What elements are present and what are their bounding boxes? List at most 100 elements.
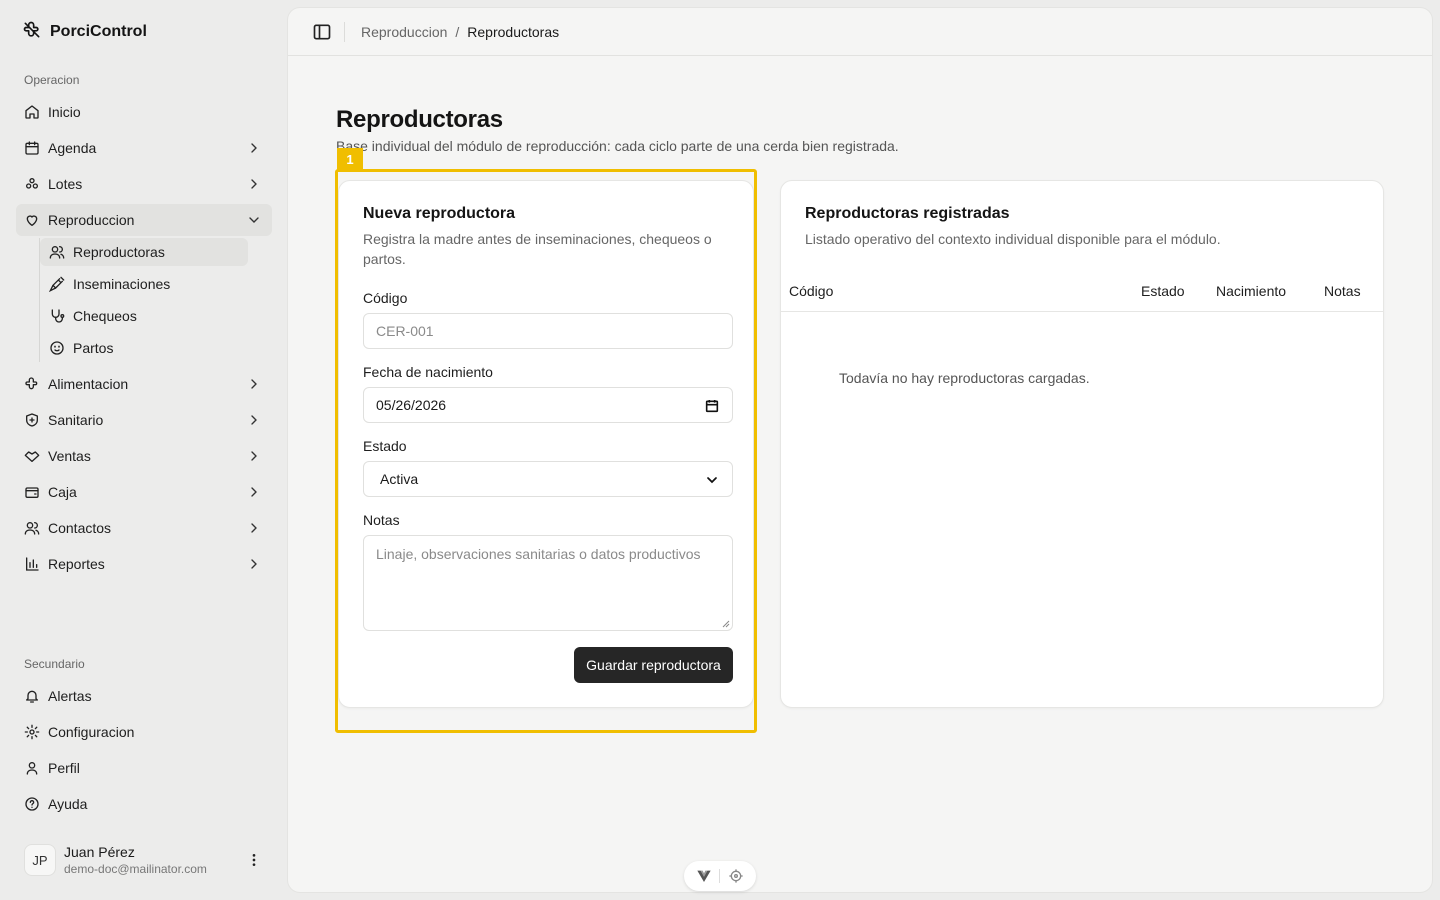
fecha-nacimiento-input[interactable]: 05/26/2026 [363,387,733,423]
sidebar-item-alertas[interactable]: Alertas [16,680,272,712]
notas-placeholder: Linaje, observaciones sanitarias o datos… [376,546,701,562]
calendar-icon[interactable] [704,398,720,414]
syringe-icon [49,276,65,292]
dev-toolbar [684,861,756,891]
column-header-estado[interactable]: Estado [1141,283,1185,299]
list-description: Listado operativo del contexto individua… [805,231,1221,247]
chevron-down-icon [707,477,717,484]
sidebar-item-contactos[interactable]: Contactos [16,512,272,544]
sidebar-item-label: Agenda [48,140,97,156]
chevron-right-icon [251,379,257,389]
sidebar: PorciControl Operacion Inicio Agenda Lot… [0,0,288,900]
user-email: demo-doc@mailinator.com [64,862,207,876]
sidebar-item-ayuda[interactable]: Ayuda [16,788,272,820]
stethoscope-icon [49,308,65,324]
chevron-right-icon [251,179,257,189]
gear-icon [24,724,40,740]
sidebar-subitem-label: Inseminaciones [73,276,171,292]
chevron-right-icon [251,523,257,533]
chevron-right-icon [251,415,257,425]
sidebar-item-label: Perfil [48,760,80,776]
breadcrumb-parent[interactable]: Reproduccion [361,24,447,40]
sidebar-item-alimentacion[interactable]: Alimentacion [16,368,272,400]
heart-icon [24,212,40,228]
estado-label: Estado [363,438,407,454]
resize-handle-icon[interactable] [722,620,730,628]
user-profile[interactable]: JP Juan Pérez demo-doc@mailinator.com [16,836,272,884]
form-description-line: partos. [363,251,406,267]
sidebar-subitem-label: Chequeos [73,308,137,324]
sidebar-toggle-icon[interactable] [312,22,332,42]
sidebar-item-label: Reproduccion [48,212,135,228]
sidebar-item-configuracion[interactable]: Configuracion [16,716,272,748]
group-label-secundario: Secundario [24,657,85,671]
breadcrumb: Reproduccion / Reproductoras [361,24,559,40]
brand[interactable]: PorciControl [22,20,147,44]
chevron-down-icon [249,217,259,223]
breadcrumb-current: Reproductoras [467,24,560,40]
sidebar-item-ventas[interactable]: Ventas [16,440,272,472]
breadcrumb-separator: / [455,24,460,40]
home-icon [24,104,40,120]
table-header-divider [781,311,1383,312]
chevron-right-icon [251,559,257,569]
topbar: Reproduccion / Reproductoras [288,8,1432,56]
form-description: Registra la madre antes de inseminacione… [363,229,712,269]
sidebar-item-perfil[interactable]: Perfil [16,752,272,784]
lots-icon [24,176,40,192]
sidebar-item-agenda[interactable]: Agenda [16,132,272,164]
sidebar-item-label: Configuracion [48,724,135,740]
handshake-icon [24,448,40,464]
page-title: Reproductoras [336,106,503,133]
notas-textarea[interactable]: Linaje, observaciones sanitarias o datos… [363,535,733,631]
chevron-right-icon [251,143,257,153]
column-header-codigo[interactable]: Código [789,283,833,299]
chevron-right-icon [251,451,257,461]
sidebar-item-reportes[interactable]: Reportes [16,548,272,580]
pig-logo-icon [22,20,42,45]
column-header-nacimiento[interactable]: Nacimiento [1216,283,1286,299]
calendar-icon [24,140,40,156]
sidebar-subitem-inseminaciones[interactable]: Inseminaciones [40,270,248,298]
sidebar-item-sanitario[interactable]: Sanitario [16,404,272,436]
highlight-tag: 1 [337,148,363,170]
vue-devtools-icon[interactable] [696,868,712,884]
group-label-operacion: Operacion [24,73,80,87]
save-breeder-button[interactable]: Guardar reproductora [574,647,733,683]
sidebar-item-caja[interactable]: Caja [16,476,272,508]
registered-breeders-card: Reproductoras registradas Listado operat… [780,180,1384,708]
wallet-icon [24,484,40,500]
empty-state-message: Todavía no hay reproductoras cargadas. [839,370,1090,386]
more-vertical-icon[interactable] [246,852,262,868]
users-icon [24,520,40,536]
sidebar-item-label: Lotes [48,176,83,192]
sidebar-item-label: Caja [48,484,77,500]
estado-value: Activa [380,471,419,487]
sidebar-subitem-reproductoras[interactable]: Reproductoras [40,238,248,266]
bell-icon [24,688,40,704]
fecha-label: Fecha de nacimiento [363,364,493,380]
estado-select[interactable]: Activa [363,461,733,497]
sidebar-item-inicio[interactable]: Inicio [16,96,272,128]
chart-icon [24,556,40,572]
sidebar-item-lotes[interactable]: Lotes [16,168,272,200]
help-icon [24,796,40,812]
notas-label: Notas [363,512,400,528]
feed-icon [24,376,40,392]
user-name: Juan Pérez [64,844,135,860]
form-title: Nueva reproductora [363,205,516,222]
codigo-label: Código [363,290,408,306]
page-subtitle: Base individual del módulo de reproducci… [336,138,899,154]
divider [344,22,345,42]
crosshair-icon[interactable] [728,868,744,884]
divider [719,869,721,883]
sidebar-item-reproduccion[interactable]: Reproduccion [16,204,272,236]
chevron-right-icon [251,487,257,497]
codigo-input[interactable]: CER-001 [363,313,733,349]
sidebar-subitem-label: Partos [73,340,114,356]
column-header-notas[interactable]: Notas [1324,283,1361,299]
sidebar-subitem-chequeos[interactable]: Chequeos [40,302,248,330]
avatar: JP [24,844,56,876]
main-panel: Reproduccion / Reproductoras Reproductor… [288,8,1432,892]
sidebar-subitem-partos[interactable]: Partos [40,334,248,362]
